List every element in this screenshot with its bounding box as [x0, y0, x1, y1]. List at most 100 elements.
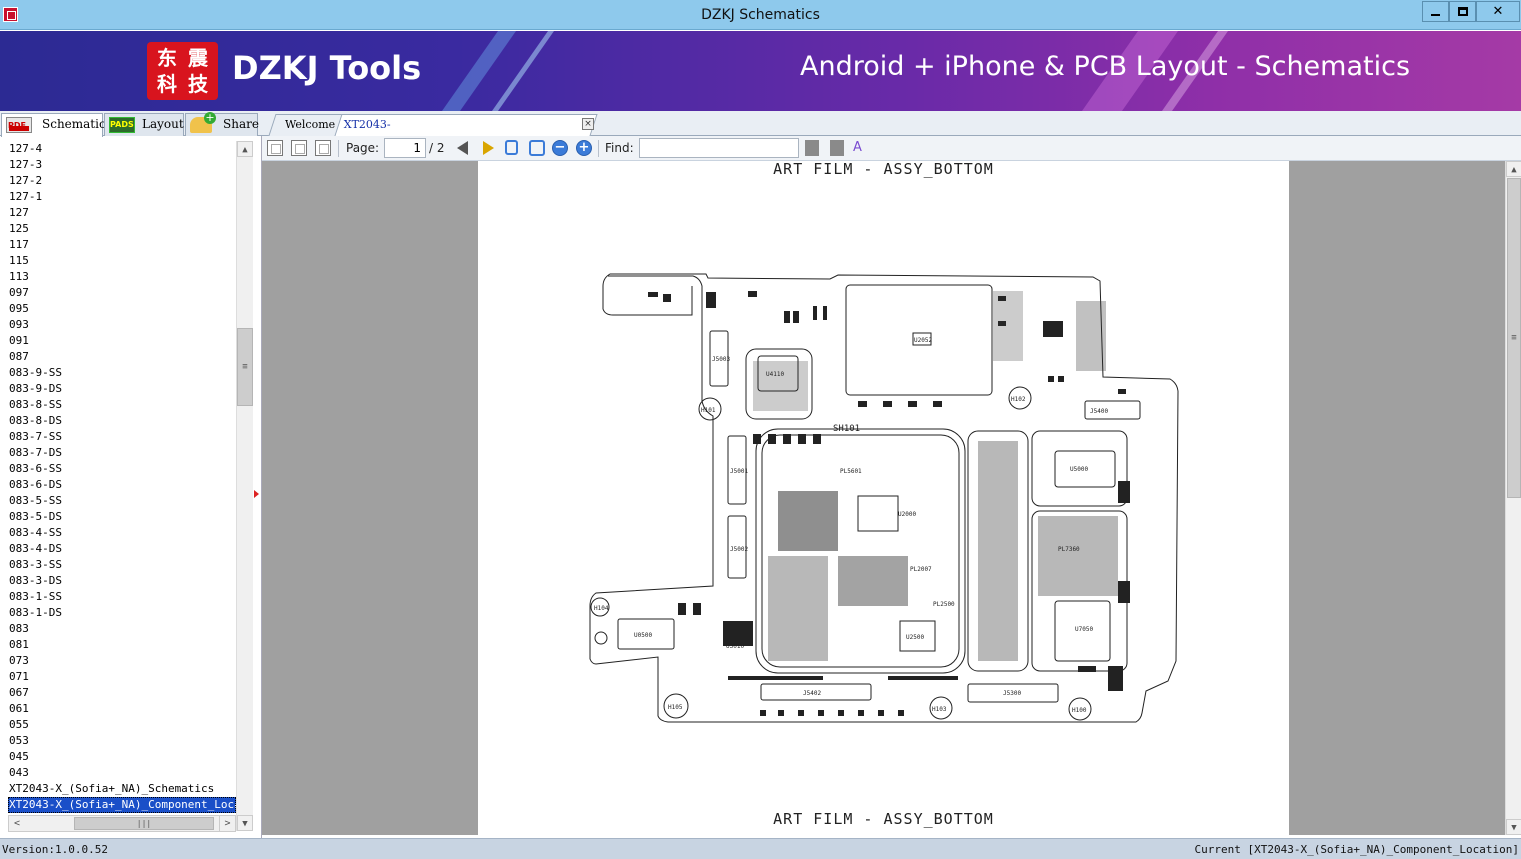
brand-logo: 东 震 科 技 — [147, 42, 218, 100]
pdf-page: ART FILM - ASSY_BOTTOM ART FILM - ASSY_B… — [478, 161, 1289, 835]
list-item[interactable]: 083-8-SS — [0, 397, 236, 413]
tab-layout[interactable]: Layout — [104, 113, 184, 136]
find-previous-icon[interactable] — [805, 140, 819, 156]
pcb-label: H105 — [668, 704, 683, 711]
list-item[interactable]: 083-1-DS — [0, 605, 236, 621]
pcb-label: J5002 — [730, 546, 748, 553]
list-item[interactable]: 117 — [0, 237, 236, 253]
previous-page-icon[interactable] — [457, 141, 468, 155]
tab-label: Layout — [142, 117, 184, 131]
pads-icon — [109, 114, 135, 135]
page-number-input[interactable] — [384, 138, 426, 158]
scroll-down-icon[interactable]: ▼ — [237, 815, 253, 831]
list-item[interactable]: 055 — [0, 717, 236, 733]
list-item[interactable]: 073 — [0, 653, 236, 669]
tab-schematic[interactable]: Schematic — [1, 113, 106, 137]
list-item[interactable]: 127-2 — [0, 173, 236, 189]
list-item[interactable]: 067 — [0, 685, 236, 701]
list-item[interactable]: 127-3 — [0, 157, 236, 173]
list-item[interactable]: 083-5-DS — [0, 509, 236, 525]
pcb-label: J5001 — [730, 468, 748, 475]
document-viewer[interactable]: ART FILM - ASSY_BOTTOM ART FILM - ASSY_B… — [262, 161, 1505, 835]
pcb-label: U2000 — [898, 511, 916, 518]
pcb-label: PL2007 — [910, 566, 932, 573]
list-item[interactable]: 127-1 — [0, 189, 236, 205]
list-item[interactable]: 113 — [0, 269, 236, 285]
list-item[interactable]: 127-4 — [0, 141, 236, 157]
tab-component-location[interactable]: XT2043-X_(Sofia+_NA)_Component_Location — [334, 114, 598, 151]
document-tabs: Welcome XT2043-X_(Sofia+_NA)_Component_L… — [262, 111, 1521, 151]
scroll-right-icon[interactable]: > — [219, 816, 235, 831]
list-item[interactable]: 093 — [0, 317, 236, 333]
list-item[interactable]: 083 — [0, 621, 236, 637]
scroll-down-icon[interactable]: ▼ — [1506, 819, 1521, 835]
list-item[interactable]: 083-6-SS — [0, 461, 236, 477]
tab-share[interactable]: Share — [185, 112, 259, 136]
save-page-icon[interactable] — [315, 140, 331, 156]
list-item[interactable]: 083-1-SS — [0, 589, 236, 605]
next-page-icon[interactable] — [483, 141, 494, 155]
pcb-label: H100 — [1072, 707, 1087, 714]
list-item[interactable]: XT2043-X_(Sofia+_NA)_Component_Location — [8, 797, 236, 813]
header-banner: 东 震 科 技 DZKJ Tools Android + iPhone & PC… — [0, 31, 1521, 111]
scroll-thumb[interactable]: ≡ — [1507, 178, 1521, 498]
list-item[interactable]: 053 — [0, 733, 236, 749]
list-item[interactable]: 083-9-DS — [0, 381, 236, 397]
list-item[interactable]: 083-4-DS — [0, 541, 236, 557]
file-browser-panel: Schematic Layout Share 127-4127-3127-212… — [0, 111, 262, 838]
scroll-thumb[interactable]: ||| — [74, 817, 214, 830]
scroll-thumb[interactable]: ≡ — [237, 328, 253, 406]
list-item[interactable]: 087 — [0, 349, 236, 365]
list-item[interactable]: 061 — [0, 701, 236, 717]
list-item[interactable]: 083-7-DS — [0, 445, 236, 461]
list-item[interactable]: 083-6-DS — [0, 477, 236, 493]
list-item[interactable]: 071 — [0, 669, 236, 685]
scroll-up-icon[interactable]: ▲ — [237, 141, 253, 157]
list-item[interactable]: 083-7-SS — [0, 429, 236, 445]
close-tab-icon[interactable]: × — [582, 118, 594, 130]
list-item[interactable]: 083-9-SS — [0, 365, 236, 381]
list-item[interactable]: XT2043-X_(Sofia+_NA)_Schematics — [0, 781, 236, 797]
viewer-vertical-scrollbar[interactable]: ▲ ≡ ▼ — [1505, 161, 1521, 835]
list-item[interactable]: 083-3-DS — [0, 573, 236, 589]
pcb-label: U5000 — [1070, 466, 1088, 473]
tab-welcome[interactable]: Welcome — [268, 114, 344, 136]
list-item[interactable]: 083-4-SS — [0, 525, 236, 541]
scroll-up-icon[interactable]: ▲ — [1506, 161, 1521, 177]
list-item[interactable]: 083-8-DS — [0, 413, 236, 429]
list-item[interactable]: 127 — [0, 205, 236, 221]
pcb-label: U0500 — [634, 632, 652, 639]
zoom-in-icon[interactable]: + — [576, 140, 592, 156]
source-tabs: Schematic Layout Share — [0, 111, 262, 137]
copy-page-icon[interactable] — [291, 140, 307, 156]
list-item[interactable]: 081 — [0, 637, 236, 653]
maximize-button[interactable] — [1449, 1, 1476, 22]
list-item[interactable]: 043 — [0, 765, 236, 781]
find-input[interactable] — [639, 138, 799, 158]
pdf-icon — [6, 115, 32, 136]
zoom-out-icon[interactable]: − — [552, 140, 568, 156]
list-item[interactable]: 091 — [0, 333, 236, 349]
list-item[interactable]: 115 — [0, 253, 236, 269]
list-horizontal-scrollbar[interactable]: < ||| > — [8, 815, 236, 832]
panel-splitter-arrow-icon[interactable] — [254, 490, 259, 498]
list-item[interactable]: 045 — [0, 749, 236, 765]
title-bar: DZKJ Schematics ✕ — [0, 0, 1521, 30]
list-item[interactable]: 083-3-SS — [0, 557, 236, 573]
list-item[interactable]: 125 — [0, 221, 236, 237]
pcb-label: U3010 — [726, 643, 744, 650]
scroll-left-icon[interactable]: < — [9, 816, 25, 831]
close-button[interactable]: ✕ — [1476, 1, 1520, 22]
list-item[interactable]: 083-5-SS — [0, 493, 236, 509]
list-item[interactable]: 097 — [0, 285, 236, 301]
highlight-text-icon[interactable]: A — [853, 140, 869, 156]
find-next-icon[interactable] — [830, 140, 844, 156]
minimize-button[interactable] — [1422, 1, 1449, 22]
list-item[interactable]: 095 — [0, 301, 236, 317]
pcb-label: U7050 — [1075, 626, 1093, 633]
fit-page-icon[interactable] — [529, 140, 545, 156]
list-vertical-scrollbar[interactable]: ▲ ≡ ▼ — [236, 141, 253, 831]
fit-width-icon[interactable] — [505, 140, 518, 155]
open-file-icon[interactable] — [267, 140, 283, 156]
tab-label: Schematic — [42, 117, 106, 131]
